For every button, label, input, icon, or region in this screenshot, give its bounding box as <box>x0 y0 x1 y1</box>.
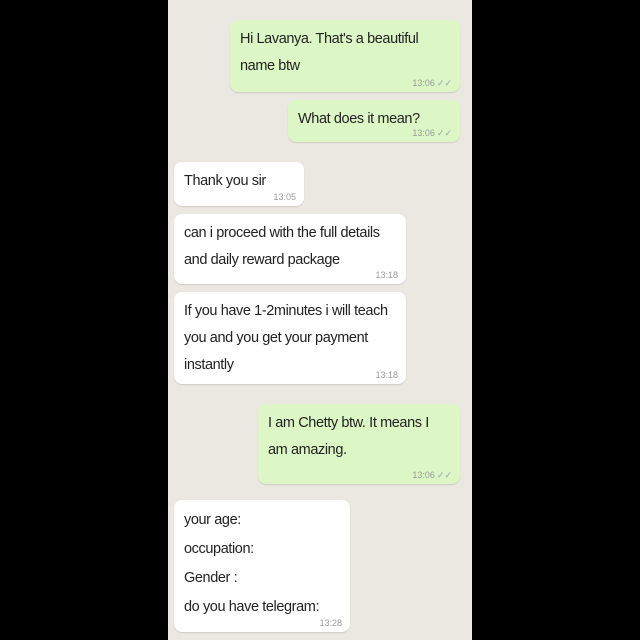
message-text: I am Chetty btw. It means I am amazing. <box>268 415 429 458</box>
message-time: 13:28 <box>319 618 342 628</box>
message-meta: 13:06 ✓✓ <box>412 470 452 480</box>
message-text: Thank you sir <box>184 173 266 189</box>
message-bubble-outgoing[interactable]: I am Chetty btw. It means I am amazing. … <box>258 404 460 484</box>
message-meta: 13:05 <box>273 192 296 202</box>
message-time: 13:18 <box>375 270 398 280</box>
message-text: Hi Lavanya. That's a beautiful name btw <box>240 31 419 74</box>
message-bubble-incoming[interactable]: can i proceed with the full details and … <box>174 214 406 284</box>
message-time: 13:06 <box>412 470 435 480</box>
message-time: 13:06 <box>412 128 435 138</box>
message-time: 13:18 <box>375 370 398 380</box>
message-meta: 13:18 <box>375 270 398 280</box>
message-bubble-incoming[interactable]: Thank you sir 13:05 <box>174 162 304 206</box>
message-meta: 13:28 <box>319 618 342 628</box>
message-text: can i proceed with the full details and … <box>184 225 380 268</box>
message-meta: 13:18 <box>375 370 398 380</box>
message-text: your age: occupation: Gender : do you ha… <box>184 512 320 615</box>
double-check-icon: ✓✓ <box>436 128 452 138</box>
message-time: 13:06 <box>412 78 435 88</box>
double-check-icon: ✓✓ <box>436 470 452 480</box>
double-check-icon: ✓✓ <box>436 78 452 88</box>
chat-area: Hi Lavanya. That's a beautiful name btw … <box>168 0 472 640</box>
message-meta: 13:06 ✓✓ <box>412 128 452 138</box>
message-bubble-incoming[interactable]: your age: occupation: Gender : do you ha… <box>174 500 350 632</box>
message-bubble-incoming[interactable]: If you have 1-2minutes i will teach you … <box>174 292 406 384</box>
message-text: If you have 1-2minutes i will teach you … <box>184 303 388 373</box>
message-time: 13:05 <box>273 192 296 202</box>
message-meta: 13:06 ✓✓ <box>412 78 452 88</box>
message-bubble-outgoing[interactable]: Hi Lavanya. That's a beautiful name btw … <box>230 20 460 92</box>
message-bubble-outgoing[interactable]: What does it mean? 13:06 ✓✓ <box>288 100 460 142</box>
